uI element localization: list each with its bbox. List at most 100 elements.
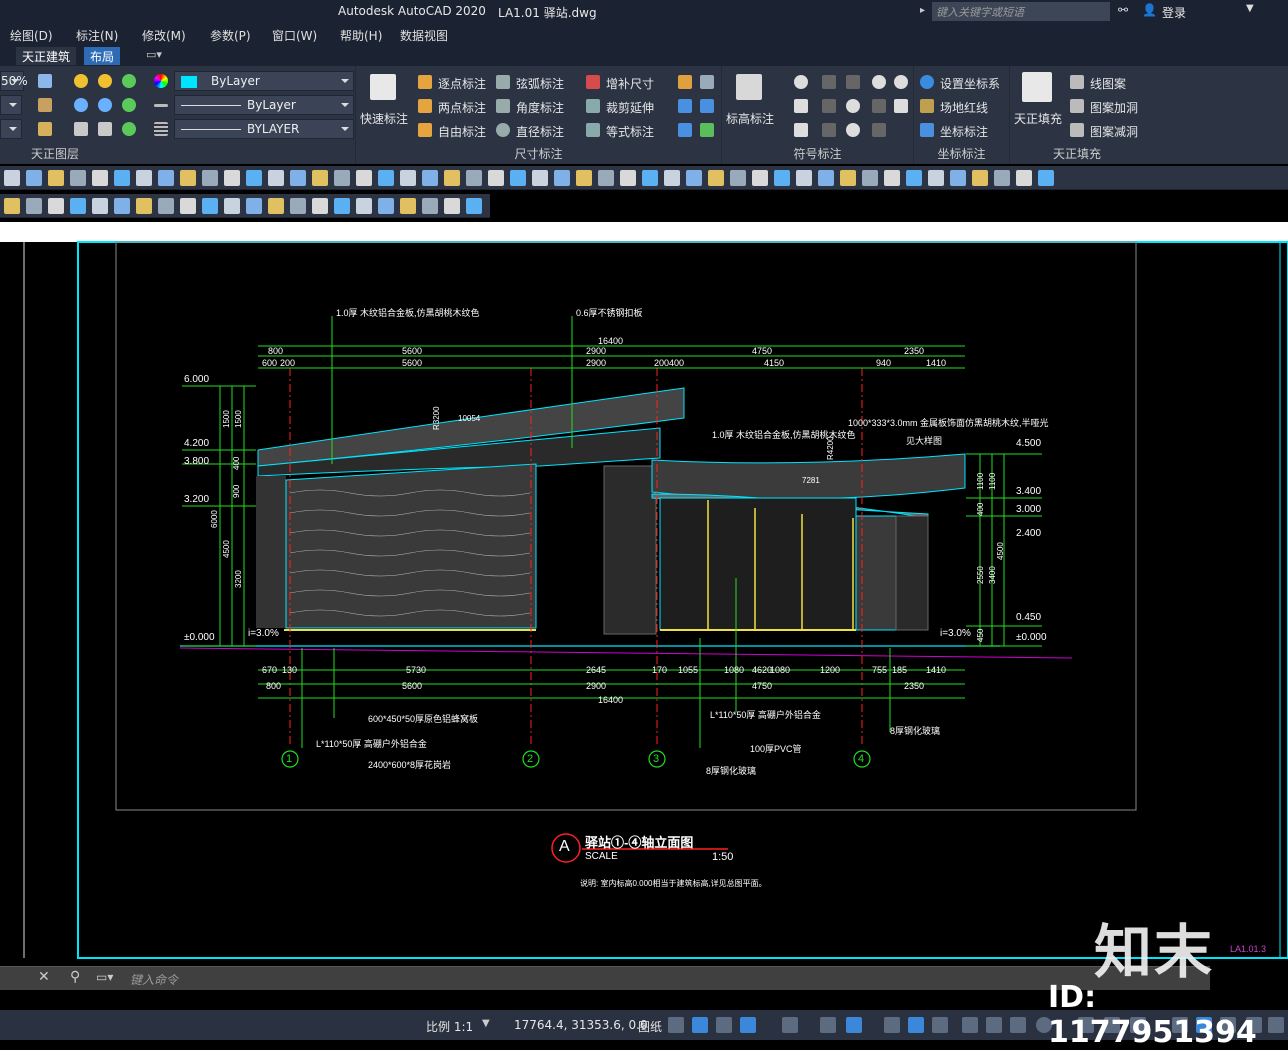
menu-dimension[interactable]: 标注(N) <box>76 27 118 44</box>
symbol-icon[interactable] <box>846 75 860 89</box>
gizmo-icon[interactable] <box>986 1017 1002 1033</box>
toolbar-tool-icon[interactable] <box>840 170 856 186</box>
polar-icon[interactable] <box>740 1017 756 1033</box>
two-point-dim-button[interactable]: 两点标注 <box>438 99 486 116</box>
toolbar-tool-icon[interactable] <box>928 170 944 186</box>
toolbar-tool-icon[interactable] <box>400 170 416 186</box>
toolbar-tool-icon[interactable] <box>796 170 812 186</box>
toolbar-tool-icon[interactable] <box>906 170 922 186</box>
lineweight-toggle-icon[interactable] <box>884 1017 900 1033</box>
color-wheel-icon[interactable] <box>154 74 168 88</box>
toolbar-tool-icon[interactable] <box>554 170 570 186</box>
toolbar-tool-icon[interactable] <box>48 198 64 214</box>
close-icon[interactable]: ✕ <box>38 969 50 985</box>
toolbar-tool-icon[interactable] <box>620 170 636 186</box>
equal-dim-icon[interactable] <box>586 123 600 137</box>
toolbar-tool-icon[interactable] <box>290 198 306 214</box>
free-dim-button[interactable]: 自由标注 <box>438 123 486 140</box>
pin-icon[interactable] <box>678 123 692 137</box>
quick-dim-icon[interactable] <box>370 74 396 100</box>
freeze-icon[interactable] <box>98 98 112 112</box>
tangent-fill-button[interactable]: 天正填充 <box>1014 110 1062 127</box>
toolbar-tool-icon[interactable] <box>378 198 394 214</box>
toolbar-tool-icon[interactable] <box>708 170 724 186</box>
toolbar-tool-icon[interactable] <box>136 170 152 186</box>
annotation-icon[interactable] <box>1010 1017 1026 1033</box>
toolbar-tool-icon[interactable] <box>752 170 768 186</box>
toolbar-tool-icon[interactable] <box>114 170 130 186</box>
scale-display[interactable]: 比例 1:1 <box>426 1018 473 1035</box>
pencil-icon[interactable] <box>678 75 692 89</box>
layer-on-icon[interactable] <box>122 74 136 88</box>
toolbar-tool-icon[interactable] <box>92 170 108 186</box>
line-pattern-button[interactable]: 线图案 <box>1090 75 1126 92</box>
paper-space-button[interactable]: 图纸 <box>638 1018 662 1035</box>
menu-modify[interactable]: 修改(M) <box>142 27 186 44</box>
toolbar-tool-icon[interactable] <box>180 198 196 214</box>
toolbar-tool-icon[interactable] <box>488 170 504 186</box>
toolbar-tool-icon[interactable] <box>246 198 262 214</box>
color-select[interactable]: ByLayer <box>174 71 354 91</box>
break-icon[interactable] <box>846 123 860 137</box>
coord-dim-button[interactable]: 坐标标注 <box>940 123 988 140</box>
check-icon[interactable] <box>700 123 714 137</box>
toolbar-tool-icon[interactable] <box>312 170 328 186</box>
otrack-icon[interactable] <box>846 1017 862 1033</box>
layer-select-1[interactable] <box>0 95 22 115</box>
menu-help[interactable]: 帮助(H) <box>340 27 382 44</box>
cut-icon[interactable] <box>846 99 860 113</box>
add-hole-icon[interactable] <box>1070 99 1084 113</box>
toolbar-tool-icon[interactable] <box>334 198 350 214</box>
drawing-canvas[interactable]: 1.0厚 木纹铝合金板,仿黑胡桃木纹色 0.6厚不锈钢扣板 1.0厚 木纹铝合金板,… <box>0 218 1288 1008</box>
two-point-dim-icon[interactable] <box>418 99 432 113</box>
chevron-down-icon[interactable]: ▼ <box>482 1018 490 1029</box>
toolbar-tool-icon[interactable] <box>224 170 240 186</box>
point-dim-button[interactable]: 逐点标注 <box>438 75 486 92</box>
grid-icon[interactable] <box>668 1017 684 1033</box>
add-hole-button[interactable]: 图案加洞 <box>1090 99 1138 116</box>
lineweight-icon[interactable] <box>154 122 168 136</box>
toolbar-tool-icon[interactable] <box>422 198 438 214</box>
menu-data-view[interactable]: 数据视图 <box>400 27 448 44</box>
quick-dim-button[interactable]: 快速标注 <box>360 110 408 127</box>
symbol-icon[interactable] <box>822 75 836 89</box>
compass-icon[interactable] <box>894 75 908 89</box>
hatch-icon[interactable] <box>1022 72 1052 102</box>
angle-dim-icon[interactable] <box>496 99 510 113</box>
toolbar-tool-icon[interactable] <box>26 198 42 214</box>
bulb-icon[interactable] <box>98 74 112 88</box>
dim-arrow-icon[interactable] <box>678 99 692 113</box>
prompt-icon[interactable]: ▭▾ <box>96 970 113 984</box>
symbol-icon[interactable] <box>872 123 886 137</box>
layer-tool-icon[interactable] <box>38 74 52 88</box>
arc-dim-icon[interactable] <box>496 75 510 89</box>
symbol-icon[interactable] <box>822 99 836 113</box>
link-icon[interactable] <box>700 75 714 89</box>
toolbar-tool-icon[interactable] <box>1016 170 1032 186</box>
toolbar-tool-icon[interactable] <box>180 170 196 186</box>
toolbar-tool-icon[interactable] <box>1038 170 1054 186</box>
osnap-icon[interactable] <box>782 1017 798 1033</box>
lineweight-select[interactable]: BYLAYER <box>174 119 354 139</box>
toolbar-tool-icon[interactable] <box>730 170 746 186</box>
menu-window[interactable]: 窗口(W) <box>272 27 317 44</box>
diameter-dim-icon[interactable] <box>496 123 510 137</box>
toolbar-tool-icon[interactable] <box>774 170 790 186</box>
redline-icon[interactable] <box>920 99 934 113</box>
symbol-icon[interactable] <box>872 99 886 113</box>
toolbar-tool-icon[interactable] <box>818 170 834 186</box>
toolbar-tool-icon[interactable] <box>444 170 460 186</box>
toolbar-tool-icon[interactable] <box>246 170 262 186</box>
remove-hole-button[interactable]: 图案减洞 <box>1090 123 1138 140</box>
toolbar-tool-icon[interactable] <box>400 198 416 214</box>
toolbar-tool-icon[interactable] <box>422 170 438 186</box>
angle-dim-button[interactable]: 角度标注 <box>516 99 564 116</box>
toolbar-tool-icon[interactable] <box>664 170 680 186</box>
equal-dim-button[interactable]: 等式标注 <box>606 123 654 140</box>
point-dim-icon[interactable] <box>418 75 432 89</box>
add-dim-button[interactable]: 增补尺寸 <box>606 75 654 92</box>
search-input[interactable]: 键入关键字或短语 <box>932 2 1110 21</box>
trim-extend-button[interactable]: 裁剪延伸 <box>606 99 654 116</box>
toolbar-tool-icon[interactable] <box>268 170 284 186</box>
text-symbol-icon[interactable] <box>894 99 908 113</box>
